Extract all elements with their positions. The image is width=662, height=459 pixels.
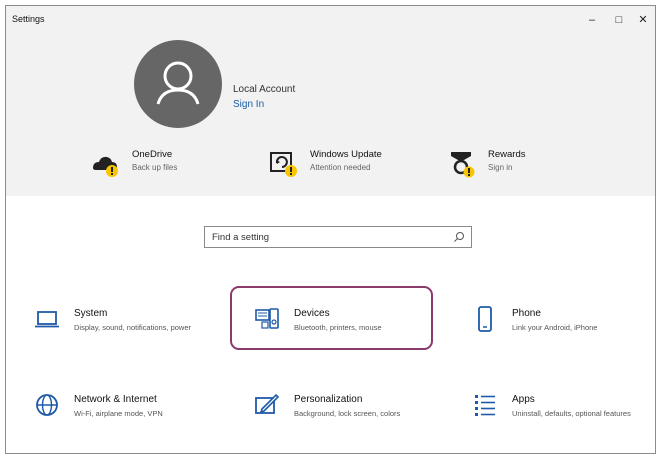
account-header: Settings – □ ✕ Local Account Sign In One… xyxy=(6,6,655,196)
service-title: Windows Update xyxy=(310,149,382,160)
category-title: System xyxy=(74,308,108,319)
category-title: Apps xyxy=(512,394,535,405)
globe-icon xyxy=(36,394,58,416)
category-title: Personalization xyxy=(294,394,363,405)
category-subtitle: Display, sound, notifications, power xyxy=(74,323,192,332)
category-subtitle: Wi-Fi, airplane mode, VPN xyxy=(74,409,163,418)
service-title: OneDrive xyxy=(132,149,173,160)
window-title: Settings xyxy=(12,14,45,24)
minimize-button[interactable]: – xyxy=(580,12,604,28)
account-name: Local Account xyxy=(233,84,296,95)
category-title: Phone xyxy=(512,308,541,319)
category-subtitle: Background, lock screen, colors xyxy=(294,409,401,418)
avatar[interactable] xyxy=(134,40,222,128)
laptop-icon xyxy=(35,311,59,328)
category-system[interactable]: System Display, sound, notifications, po… xyxy=(34,306,204,362)
category-personalization[interactable]: Personalization Background, lock screen,… xyxy=(254,392,424,448)
windows-update-warning-icon xyxy=(270,152,297,177)
service-subtitle: Back up files xyxy=(132,163,178,172)
sign-in-link[interactable]: Sign In xyxy=(233,99,264,110)
service-title: Rewards xyxy=(488,149,526,160)
category-subtitle: Uninstall, defaults, optional features xyxy=(512,409,631,418)
title-bar[interactable]: Settings – □ ✕ xyxy=(6,6,655,32)
settings-window: Settings – □ ✕ Local Account Sign In One… xyxy=(5,5,656,454)
person-icon xyxy=(156,61,200,105)
phone-icon xyxy=(478,306,492,332)
category-phone[interactable]: Phone Link your Android, iPhone xyxy=(472,306,642,362)
search-placeholder: Find a setting xyxy=(212,232,270,243)
category-subtitle: Bluetooth, printers, mouse xyxy=(294,323,382,332)
maximize-button[interactable]: □ xyxy=(607,12,631,28)
category-subtitle: Link your Android, iPhone xyxy=(512,323,598,332)
category-title: Devices xyxy=(294,308,330,319)
personalization-icon xyxy=(255,393,280,414)
onedrive-warning-icon xyxy=(93,156,118,177)
category-title: Network & Internet xyxy=(74,394,157,405)
category-network[interactable]: Network & Internet Wi-Fi, airplane mode,… xyxy=(34,392,204,448)
service-subtitle: Sign in xyxy=(488,163,513,172)
category-apps[interactable]: Apps Uninstall, defaults, optional featu… xyxy=(472,392,642,448)
apps-list-icon xyxy=(475,395,495,416)
category-devices[interactable]: Devices Bluetooth, printers, mouse xyxy=(254,306,424,362)
close-button[interactable]: ✕ xyxy=(631,12,655,28)
devices-icon xyxy=(255,308,279,329)
search-icon[interactable] xyxy=(453,231,465,243)
rewards-warning-icon xyxy=(451,152,475,178)
search-input[interactable]: Find a setting xyxy=(204,226,472,248)
service-subtitle: Attention needed xyxy=(310,163,371,172)
